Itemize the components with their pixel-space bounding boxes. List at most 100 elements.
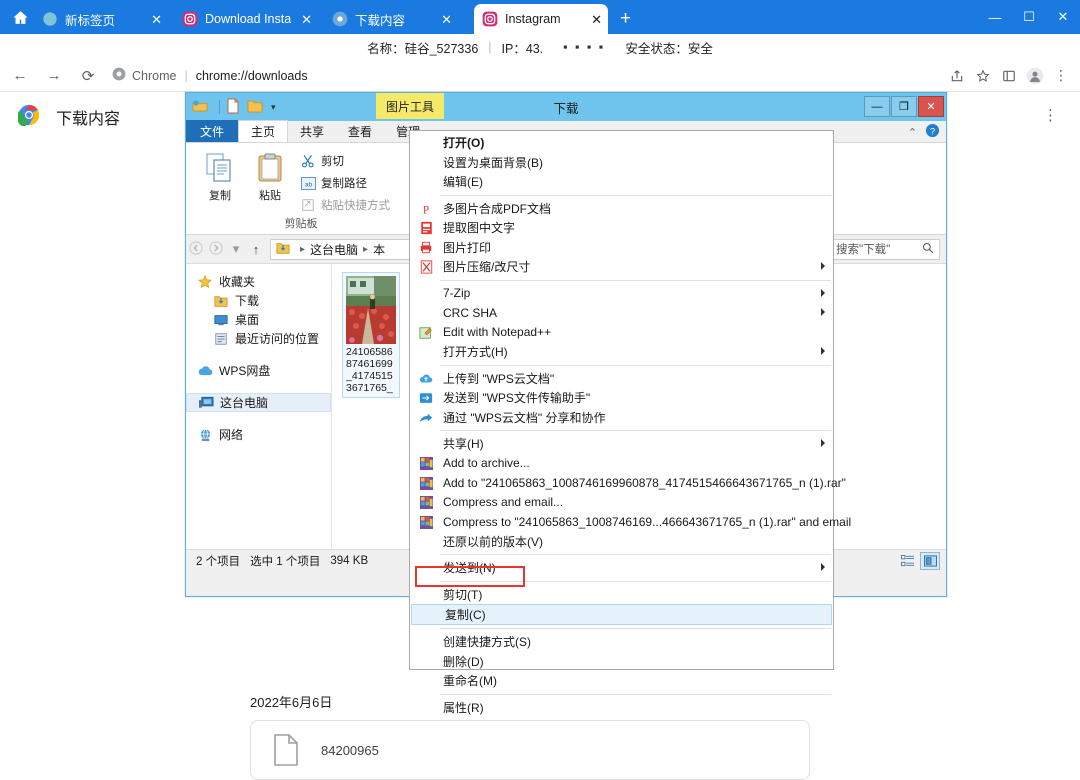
sidebar-item-6[interactable]: 网络 [186,425,331,444]
ribbon-tab-2[interactable]: 共享 [288,120,336,142]
explorer-close-button[interactable]: ✕ [918,96,944,117]
profile-avatar-icon[interactable] [1022,63,1048,89]
menu-item-32[interactable]: 重命名(M) [410,671,833,691]
browser-close-button[interactable]: ✕ [1046,0,1080,34]
menu-item-18[interactable]: 共享(H) [410,434,833,454]
submenu-arrow-icon [821,288,825,297]
menu-item-6[interactable]: 图片打印 [410,238,833,258]
menu-item-2[interactable]: 编辑(E) [410,172,833,192]
browser-tab-3[interactable]: Instagram ✕ [474,4,608,34]
menu-item-9[interactable]: 7-Zip [410,284,833,304]
paste-button[interactable]: 粘贴 [244,151,296,203]
cut-button[interactable]: 剪切 [299,153,344,169]
sidebar-item-1[interactable]: 下载 [186,291,331,310]
sidebar-item-4[interactable]: WPS网盘 [186,361,331,380]
menu-item-34[interactable]: 属性(R) [410,698,833,718]
menu-item-1[interactable]: 设置为桌面背景(B) [410,153,833,173]
paste-shortcut-label: 粘贴快捷方式 [321,200,390,212]
menu-item-19[interactable]: Add to archive... [410,454,833,474]
context-menu[interactable]: 打开(O) 设置为桌面背景(B) 编辑(E) P 多图片合成PDF文档 提取图中文字 图片打… [409,130,851,715]
menu-item-label: 剪切(T) [443,587,483,602]
sidebar-item-0[interactable]: 收藏夹 [186,272,331,291]
file-tile[interactable]: 2410658687461699_41745153671765_ [342,272,400,398]
breadcrumb-segment-next[interactable]: 本 [373,241,385,258]
forward-button[interactable]: → [40,62,68,90]
tab-close-button[interactable]: ✕ [141,13,162,26]
recent-locations-dropdown-icon[interactable]: ▾ [226,241,246,257]
menu-item-14[interactable]: 上传到 "WPS云文档" [410,369,833,389]
breadcrumb-segment-this-pc[interactable]: 这台电脑 [310,241,358,258]
menu-item-11[interactable]: Edit with Notepad++ [410,323,833,343]
winrar-icon [418,514,434,530]
explorer-minimize-button[interactable]: — [864,96,890,117]
menu-item-21[interactable]: Compress and email... [410,493,833,513]
kebab-menu-icon[interactable]: ⋮ [1048,63,1074,89]
menu-item-label: 删除(D) [443,654,484,669]
new-tab-button[interactable]: + [620,9,631,28]
qat-dropdown-icon[interactable]: ▾ [271,102,276,113]
share-icon[interactable] [944,63,970,89]
tab-close-button[interactable]: ✕ [291,13,312,26]
menu-item-label: 复制(C) [445,608,486,622]
browser-tab-0[interactable]: 新标签页 ✕ [34,4,168,34]
large-icons-view-icon[interactable] [920,552,940,570]
search-icon[interactable] [922,242,934,257]
help-icon[interactable]: ? [925,123,940,141]
address-bar[interactable]: Chrome | chrome://downloads [112,65,936,87]
new-folder-icon[interactable] [247,98,265,116]
browser-tab-2[interactable]: 下载内容 ✕ [324,4,458,34]
ribbon-tab-1[interactable]: 主页 [238,120,289,142]
copy-path-icon: ab [299,175,317,191]
menu-item-27[interactable]: 剪切(T) [410,585,833,605]
sidebar-item-3[interactable]: 最近访问的位置 [186,329,331,348]
menu-item-5[interactable]: 提取图中文字 [410,218,833,238]
up-one-level-button[interactable]: ↑ [246,242,266,257]
downloads-more-menu-icon[interactable]: ⋮ [1043,106,1058,124]
browser-tab-1[interactable]: Download Instagr✕ [174,4,318,34]
ribbon-tab-0[interactable]: 文件 [186,120,239,142]
status-item-count: 2 个项目 [196,556,241,568]
ribbon-tab-3[interactable]: 查看 [336,120,384,142]
browser-minimize-button[interactable]: — [978,0,1012,34]
back-button[interactable]: ← [6,62,34,90]
reload-button[interactable]: ⟳ [74,62,102,90]
copy-button[interactable]: 复制 [194,151,246,203]
menu-item-10[interactable]: CRC SHA [410,303,833,323]
folder-properties-icon[interactable] [192,98,210,116]
menu-item-28[interactable]: 复制(C) [411,604,832,625]
menu-item-20[interactable]: Add to "241065863_1008746169960878_41745… [410,473,846,493]
explorer-forward-button[interactable] [206,240,226,258]
tab-close-button[interactable]: ✕ [581,13,602,26]
menu-item-31[interactable]: 删除(D) [410,652,833,672]
menu-item-0[interactable]: 打开(O) [410,133,833,153]
new-file-icon[interactable] [225,98,243,116]
menu-item-15[interactable]: 发送到 "WPS文件传输助手" [410,388,833,408]
star-icon[interactable] [970,63,996,89]
menu-item-25[interactable]: 发送到(N) [410,558,833,578]
picture-tools-label: 图片工具 [376,93,444,119]
menu-separator [440,628,831,629]
sidebar-item-5[interactable]: 这台电脑 [186,393,331,412]
menu-item-7[interactable]: 图片压缩/改尺寸 [410,257,833,277]
menu-item-23[interactable]: 还原以前的版本(V) [410,532,833,552]
tab-close-button[interactable]: ✕ [431,13,452,26]
download-item-card[interactable]: 84200965 [250,720,810,780]
browser-maximize-button[interactable]: ☐ [1012,0,1046,34]
home-icon[interactable] [10,7,30,27]
sidebar-item-label: 网络 [219,428,244,442]
menu-item-label: 编辑(E) [443,175,483,190]
menu-item-22[interactable]: Compress to "241065863_1008746169...4666… [410,512,851,532]
sidebar-item-2[interactable]: 桌面 [186,310,331,329]
search-input[interactable]: 搜索"下载" [830,238,940,260]
menu-item-16[interactable]: 通过 "WPS云文档" 分享和协作 [410,408,833,428]
status-selected-size: 394 KB [330,555,369,567]
explorer-back-button[interactable] [186,240,206,258]
menu-item-12[interactable]: 打开方式(H) [410,342,833,362]
copy-path-button[interactable]: ab 复制路径 [299,175,367,191]
menu-item-30[interactable]: 创建快捷方式(S) [410,632,833,652]
menu-item-4[interactable]: P 多图片合成PDF文档 [410,199,833,219]
side-panel-icon[interactable] [996,63,1022,89]
details-view-icon[interactable] [898,552,918,570]
collapse-ribbon-icon[interactable]: ⌃ [908,126,917,139]
explorer-maximize-button[interactable]: ❐ [891,96,917,117]
